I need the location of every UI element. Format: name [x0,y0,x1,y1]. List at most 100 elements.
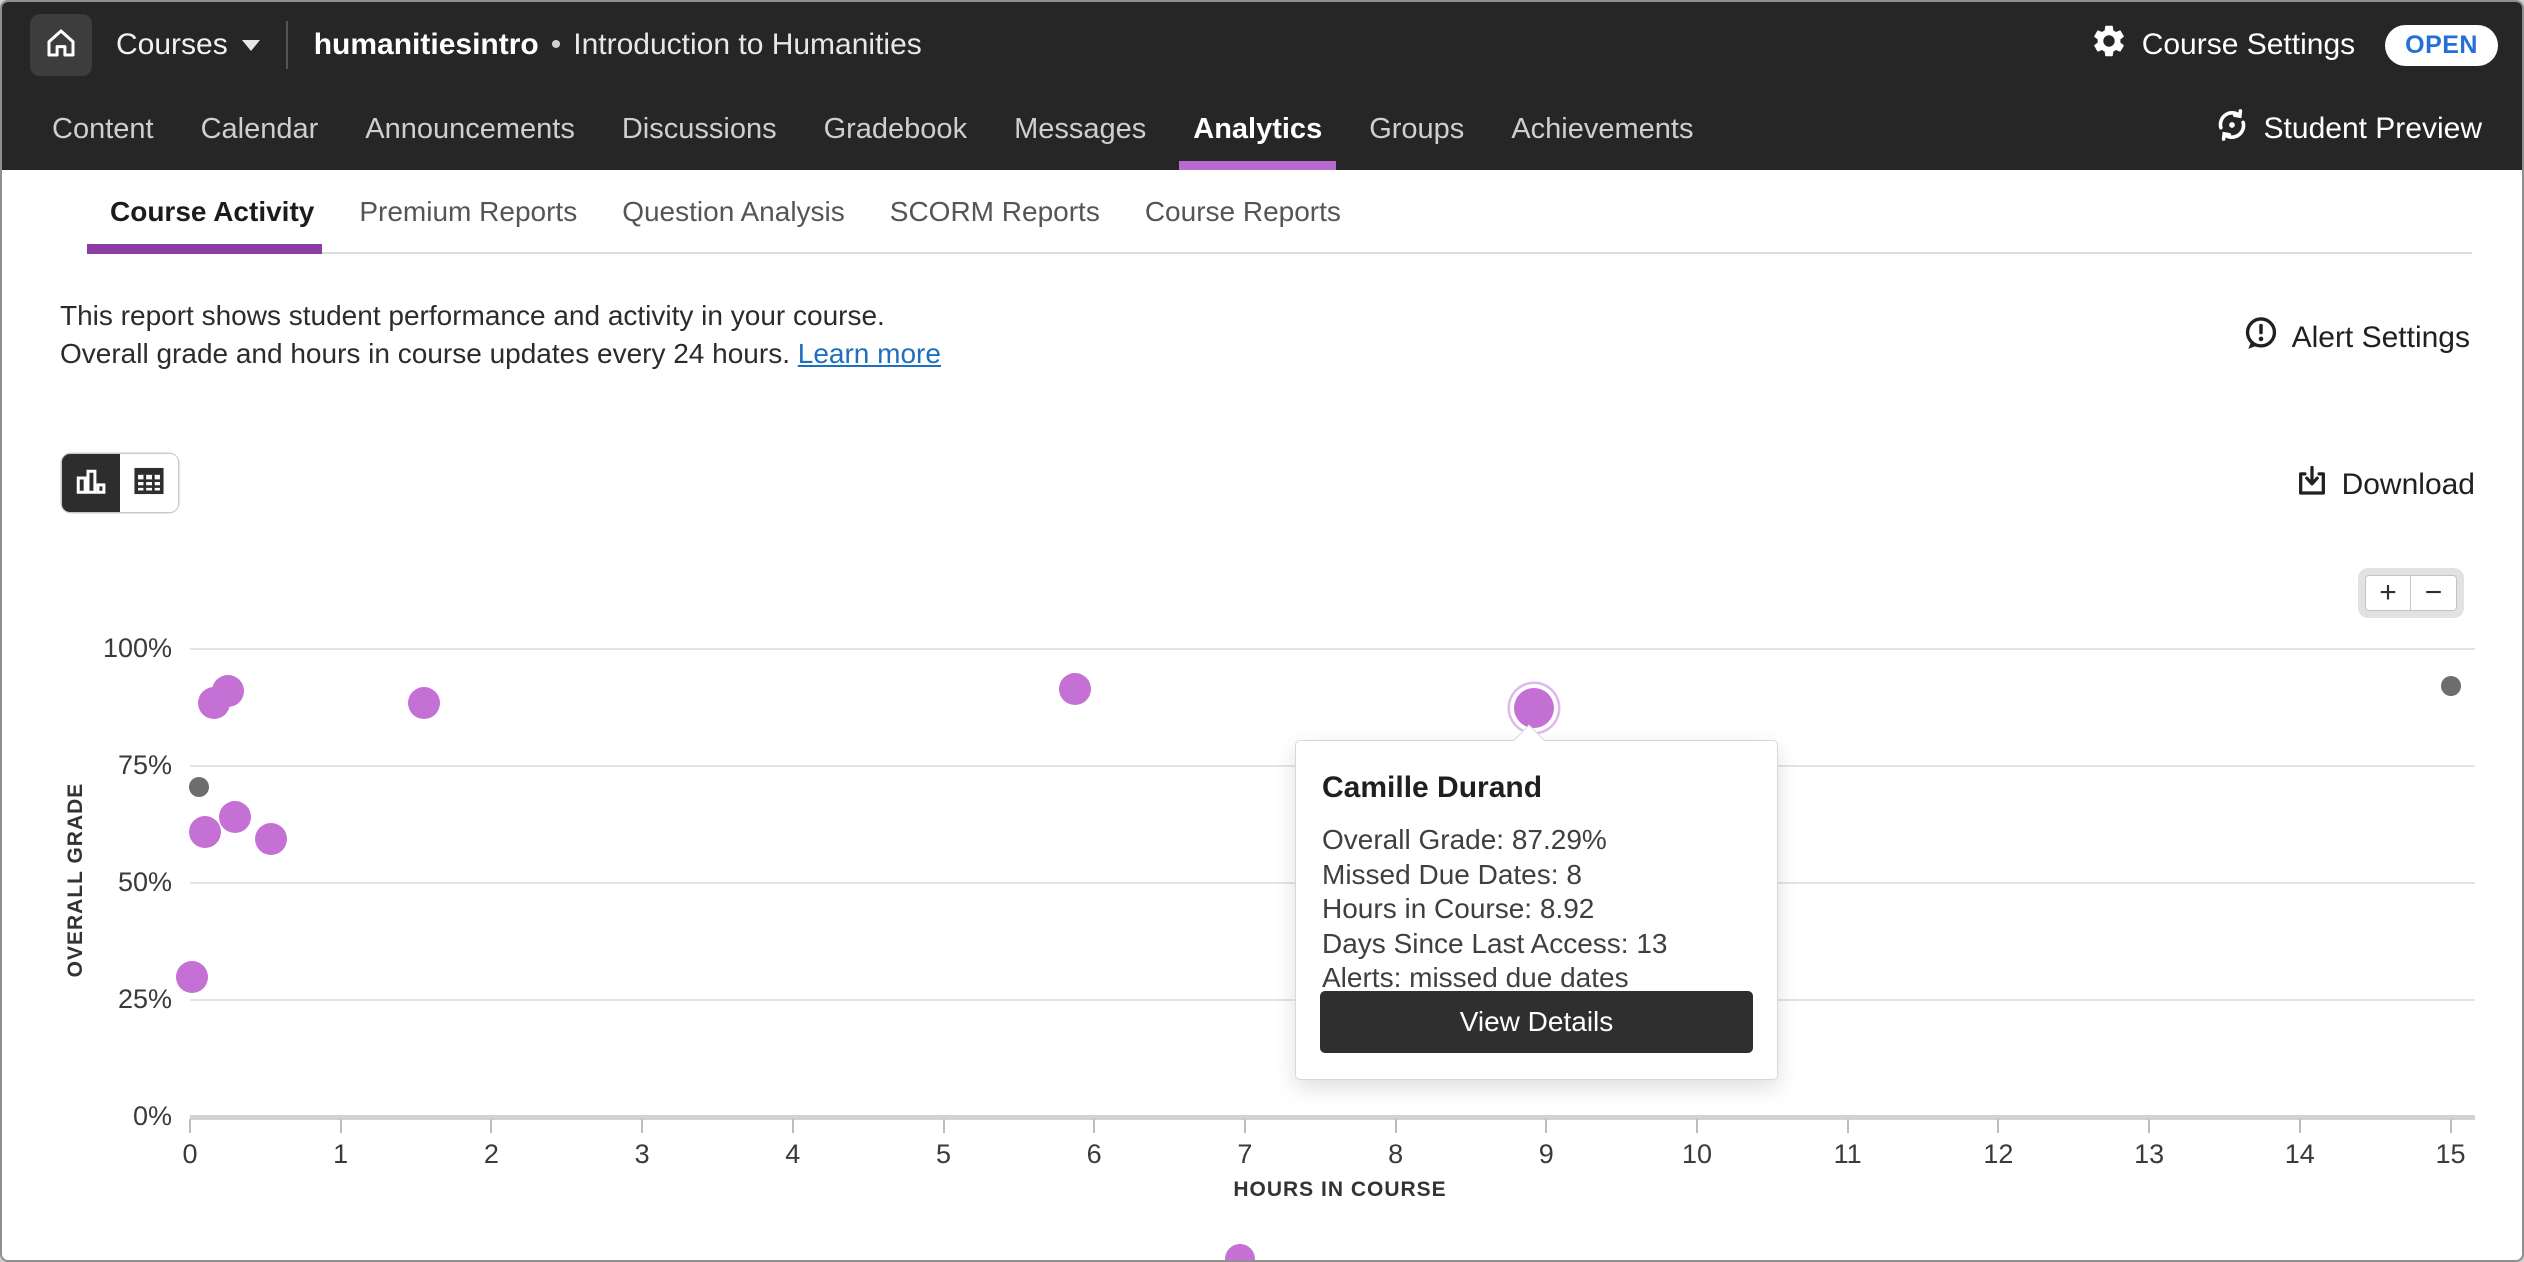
report-description-line2: Overall grade and hours in course update… [60,338,790,369]
x-tick-mark [1847,1119,1849,1133]
x-tick-mark [1997,1119,1999,1133]
download-button[interactable]: Download [2295,464,2475,506]
x-tick-label: 1 [301,1139,381,1170]
learn-more-link[interactable]: Learn more [798,338,941,369]
zoom-in-button[interactable]: + [2365,575,2411,611]
tooltip-missed-due-dates: Missed Due Dates: 8 [1322,858,1751,893]
tooltip-days-since-access: Days Since Last Access: 13 [1322,927,1751,962]
analytics-subtabs: Course Activity Premium Reports Question… [2,170,2522,254]
x-tick-mark [2148,1119,2150,1133]
x-tick-mark [1093,1119,1095,1133]
x-tick-label: 4 [753,1139,833,1170]
course-separator: • [551,28,562,62]
courses-menu[interactable]: Courses [116,28,260,62]
data-point[interactable] [408,687,440,719]
tab-announcements[interactable]: Announcements [365,88,575,170]
x-tick-label: 5 [904,1139,984,1170]
x-tick-label: 6 [1054,1139,1134,1170]
x-tick-mark [1244,1119,1246,1133]
data-point[interactable] [255,823,287,855]
x-tick-label: 2 [451,1139,531,1170]
report-description: This report shows student performance an… [60,297,941,373]
course-settings-label: Course Settings [2142,28,2355,62]
x-tick-mark [943,1119,945,1133]
subtab-scorm-reports[interactable]: SCORM Reports [890,170,1100,254]
x-tick-label: 0 [150,1139,230,1170]
open-status-badge[interactable]: OPEN [2385,25,2498,66]
data-point-muted[interactable] [189,777,209,797]
breadcrumb: humanitiesintro • Introduction to Humani… [314,28,922,62]
course-nav: Content Calendar Announcements Discussio… [2,88,2522,170]
data-point-muted[interactable] [2441,676,2461,696]
top-bar: Courses humanitiesintro • Introduction t… [2,2,2522,88]
tab-messages[interactable]: Messages [1014,88,1146,170]
x-tick-mark [792,1119,794,1133]
x-tick-label: 13 [2109,1139,2189,1170]
x-tick-mark [1545,1119,1547,1133]
x-axis-line [190,1115,2475,1120]
x-tick-mark [189,1119,191,1133]
home-icon [43,25,79,66]
gridline [190,648,2475,650]
subtab-question-analysis[interactable]: Question Analysis [622,170,845,254]
home-button[interactable] [30,14,92,76]
y-tick-label: 0% [62,1101,172,1132]
data-point-partial[interactable] [1225,1244,1255,1262]
tooltip-hours-in-course: Hours in Course: 8.92 [1322,892,1751,927]
subtab-course-reports[interactable]: Course Reports [1145,170,1341,254]
x-tick-label: 12 [1958,1139,2038,1170]
x-tick-label: 7 [1205,1139,1285,1170]
tab-achievements[interactable]: Achievements [1511,88,1693,170]
chart-table-toggle [62,454,178,512]
x-tick-mark [641,1119,643,1133]
tab-groups[interactable]: Groups [1369,88,1464,170]
student-tooltip: Camille Durand Overall Grade: 87.29% Mis… [1295,740,1778,1080]
table-view-button[interactable] [120,454,178,512]
alert-bubble-icon [2242,315,2280,361]
tooltip-student-name: Camille Durand [1322,771,1751,805]
student-preview-icon [2214,107,2250,151]
x-tick-label: 8 [1356,1139,1436,1170]
app-window: Courses humanitiesintro • Introduction t… [0,0,2524,1262]
y-tick-label: 50% [62,867,172,898]
view-details-button[interactable]: View Details [1320,991,1753,1053]
tab-analytics[interactable]: Analytics [1193,88,1322,170]
data-point[interactable] [176,961,208,993]
bar-chart-icon [73,463,109,504]
data-point[interactable] [219,801,251,833]
course-id: humanitiesintro [314,28,539,62]
tab-discussions[interactable]: Discussions [622,88,777,170]
zoom-out-button[interactable]: − [2411,575,2457,611]
x-tick-label: 15 [2411,1139,2491,1170]
topbar-divider [286,21,288,69]
x-tick-mark [490,1119,492,1133]
subtab-premium-reports[interactable]: Premium Reports [359,170,577,254]
data-point[interactable] [1059,673,1091,705]
x-tick-mark [1395,1119,1397,1133]
y-tick-label: 75% [62,750,172,781]
x-tick-mark [340,1119,342,1133]
table-icon [131,463,167,504]
x-axis-title: HOURS IN COURSE [1190,1178,1490,1202]
course-settings-button[interactable]: Course Settings [2090,22,2355,68]
y-axis-title: OVERALL GRADE [64,740,88,1020]
data-point-camille-durand[interactable] [1514,688,1554,728]
x-tick-label: 10 [1657,1139,1737,1170]
subtab-course-activity[interactable]: Course Activity [110,170,314,254]
data-point[interactable] [189,816,221,848]
y-tick-label: 100% [62,633,172,664]
data-point[interactable] [212,675,244,707]
tooltip-overall-grade: Overall Grade: 87.29% [1322,823,1751,858]
download-icon [2295,464,2329,506]
x-tick-mark [1696,1119,1698,1133]
tab-calendar[interactable]: Calendar [201,88,319,170]
tab-gradebook[interactable]: Gradebook [824,88,968,170]
alert-settings-button[interactable]: Alert Settings [2242,315,2470,361]
x-tick-label: 9 [1506,1139,1586,1170]
chart-view-button[interactable] [62,454,120,512]
x-tick-label: 14 [2260,1139,2340,1170]
x-tick-label: 11 [1808,1139,1888,1170]
tab-content[interactable]: Content [52,88,154,170]
student-preview-button[interactable]: Student Preview [2214,107,2482,151]
course-name: Introduction to Humanities [573,28,922,62]
